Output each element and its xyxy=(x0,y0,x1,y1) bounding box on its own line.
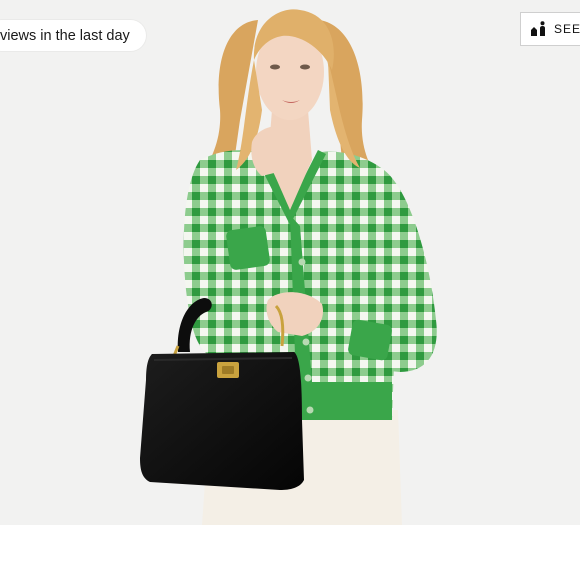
recent-views-text: views in the last day xyxy=(0,27,130,44)
product-photo xyxy=(0,0,580,525)
person-size-compare-icon xyxy=(530,21,548,37)
see-button-label: SEE xyxy=(554,22,580,36)
recent-views-badge: views in the last day xyxy=(0,20,146,51)
see-size-comparison-button[interactable]: SEE xyxy=(520,12,580,46)
page-blank-area xyxy=(0,525,580,580)
